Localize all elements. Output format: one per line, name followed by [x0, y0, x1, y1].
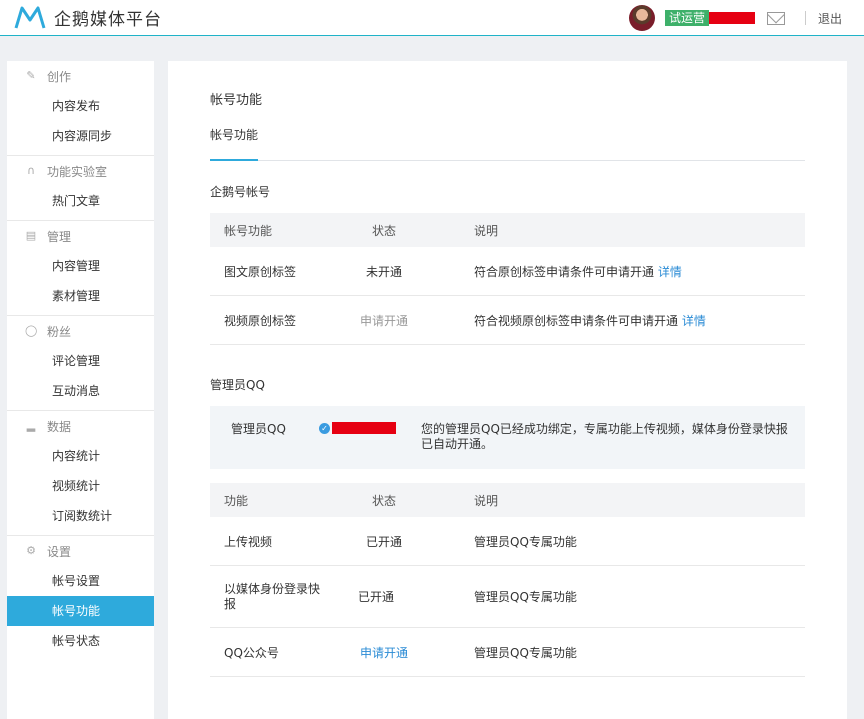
- main-panel: 帐号功能 帐号功能 企鹅号帐号 帐号功能 状态 说明 图文原创标签 未开通 符合…: [168, 61, 847, 719]
- apply-button[interactable]: 申请开通: [336, 312, 432, 329]
- table-row: 视频原创标签 申请开通 符合视频原创标签申请条件可申请开通 详情: [210, 296, 805, 345]
- sidebar-item-video-stats[interactable]: 视频统计: [7, 471, 154, 501]
- top-bar: 企鹅媒体平台 试运营 退出: [0, 0, 864, 36]
- account-function-table: 帐号功能 状态 说明 图文原创标签 未开通 符合原创标签申请条件可申请开通 详情…: [210, 213, 805, 345]
- sidebar-group-fans: ◯粉丝 评论管理 互动消息: [7, 316, 154, 411]
- table-row: 图文原创标签 未开通 符合原创标签申请条件可申请开通 详情: [210, 247, 805, 296]
- logo[interactable]: 企鹅媒体平台: [14, 5, 162, 30]
- sidebar-group-title: ▤管理: [7, 221, 154, 251]
- redacted-username: [709, 12, 755, 24]
- column-header: 帐号功能: [210, 222, 336, 239]
- page-title: 帐号功能: [210, 89, 262, 108]
- tab-bar: 帐号功能: [210, 123, 805, 161]
- function-status: 已开通: [320, 588, 432, 605]
- function-desc: 符合视频原创标签申请条件可申请开通 详情: [432, 312, 805, 329]
- sidebar-group-lab: ∩功能实验室 热门文章: [7, 156, 154, 221]
- function-desc: 管理员QQ专属功能: [432, 533, 805, 550]
- column-header: 功能: [210, 492, 336, 509]
- edit-icon: ✎: [25, 70, 37, 82]
- table-row: QQ公众号 申请开通 管理员QQ专属功能: [210, 628, 805, 677]
- section-title-admin-qq: 管理员QQ: [210, 376, 265, 393]
- doc-icon: ▤: [25, 230, 37, 242]
- function-name: 以媒体身份登录快报: [210, 582, 320, 612]
- sidebar-group-title: ∩功能实验室: [7, 156, 154, 186]
- sidebar-item-hot-articles[interactable]: 热门文章: [7, 186, 154, 216]
- logout-link[interactable]: 退出: [818, 10, 842, 27]
- table-header: 功能 状态 说明: [210, 483, 805, 517]
- sidebar-group-title: ▂数据: [7, 411, 154, 441]
- chart-icon: ▂: [25, 420, 37, 432]
- function-name: 上传视频: [210, 533, 336, 550]
- sidebar-item-account-status[interactable]: 帐号状态: [7, 626, 154, 656]
- sidebar-item-content-publish[interactable]: 内容发布: [7, 91, 154, 121]
- function-status: 未开通: [336, 263, 432, 280]
- admin-qq-desc: 您的管理员QQ已经成功绑定，专属功能上传视频，媒体身份登录快报已自动开通。: [421, 422, 791, 452]
- function-name: 视频原创标签: [210, 312, 336, 329]
- column-header: 状态: [336, 222, 432, 239]
- sidebar-group-title: ⚙设置: [7, 536, 154, 566]
- tab-account-functions[interactable]: 帐号功能: [210, 127, 258, 161]
- function-desc: 符合原创标签申请条件可申请开通 详情: [432, 263, 805, 280]
- function-desc: 管理员QQ专属功能: [432, 644, 805, 661]
- sidebar-group-create: ✎创作 内容发布 内容源同步: [7, 61, 154, 156]
- sidebar-item-content-sync[interactable]: 内容源同步: [7, 121, 154, 151]
- apply-button[interactable]: 申请开通: [336, 644, 432, 661]
- admin-qq-label: 管理员QQ: [231, 422, 311, 437]
- function-name: QQ公众号: [210, 644, 336, 661]
- verified-check-icon: ✓: [319, 423, 330, 434]
- sidebar-group-title: ✎创作: [7, 61, 154, 91]
- status-badge: 试运营: [665, 10, 709, 26]
- function-name: 图文原创标签: [210, 263, 336, 280]
- details-link[interactable]: 详情: [658, 265, 682, 279]
- admin-qq-box: 管理员QQ ✓ 您的管理员QQ已经成功绑定，专属功能上传视频，媒体身份登录快报已…: [210, 406, 805, 469]
- admin-qq-function-table: 功能 状态 说明 上传视频 已开通 管理员QQ专属功能 以媒体身份登录快报 已开…: [210, 483, 805, 677]
- column-header: 状态: [336, 492, 432, 509]
- divider: [805, 11, 806, 25]
- sidebar: ✎创作 内容发布 内容源同步 ∩功能实验室 热门文章 ▤管理 内容管理 素材管理…: [7, 61, 154, 719]
- sidebar-item-content-stats[interactable]: 内容统计: [7, 441, 154, 471]
- lab-icon: ∩: [25, 165, 37, 177]
- column-header: 说明: [432, 222, 805, 239]
- mail-icon[interactable]: [767, 12, 785, 25]
- sidebar-group-title: ◯粉丝: [7, 316, 154, 346]
- sidebar-item-subscribe-stats[interactable]: 订阅数统计: [7, 501, 154, 531]
- avatar[interactable]: [629, 5, 655, 31]
- sidebar-item-account-functions[interactable]: 帐号功能: [7, 596, 154, 626]
- redacted-qq-number: [332, 422, 396, 434]
- sidebar-group-manage: ▤管理 内容管理 素材管理: [7, 221, 154, 316]
- table-row: 上传视频 已开通 管理员QQ专属功能: [210, 517, 805, 566]
- sidebar-item-material-manage[interactable]: 素材管理: [7, 281, 154, 311]
- sidebar-group-data: ▂数据 内容统计 视频统计 订阅数统计: [7, 411, 154, 536]
- sidebar-item-content-manage[interactable]: 内容管理: [7, 251, 154, 281]
- table-header: 帐号功能 状态 说明: [210, 213, 805, 247]
- chat-icon: ◯: [25, 325, 37, 337]
- function-status: 已开通: [336, 533, 432, 550]
- table-row: 以媒体身份登录快报 已开通 管理员QQ专属功能: [210, 566, 805, 628]
- sidebar-item-account-settings[interactable]: 帐号设置: [7, 566, 154, 596]
- sidebar-item-messages[interactable]: 互动消息: [7, 376, 154, 406]
- function-desc: 管理员QQ专属功能: [432, 588, 805, 605]
- logo-text: 企鹅媒体平台: [54, 5, 162, 30]
- section-title-penguin-account: 企鹅号帐号: [210, 183, 270, 200]
- sidebar-item-comments[interactable]: 评论管理: [7, 346, 154, 376]
- gear-icon: ⚙: [25, 545, 37, 557]
- penguin-m-logo-icon: [14, 6, 46, 30]
- sidebar-group-settings: ⚙设置 帐号设置 帐号功能 帐号状态: [7, 536, 154, 660]
- details-link[interactable]: 详情: [682, 314, 706, 328]
- column-header: 说明: [432, 492, 805, 509]
